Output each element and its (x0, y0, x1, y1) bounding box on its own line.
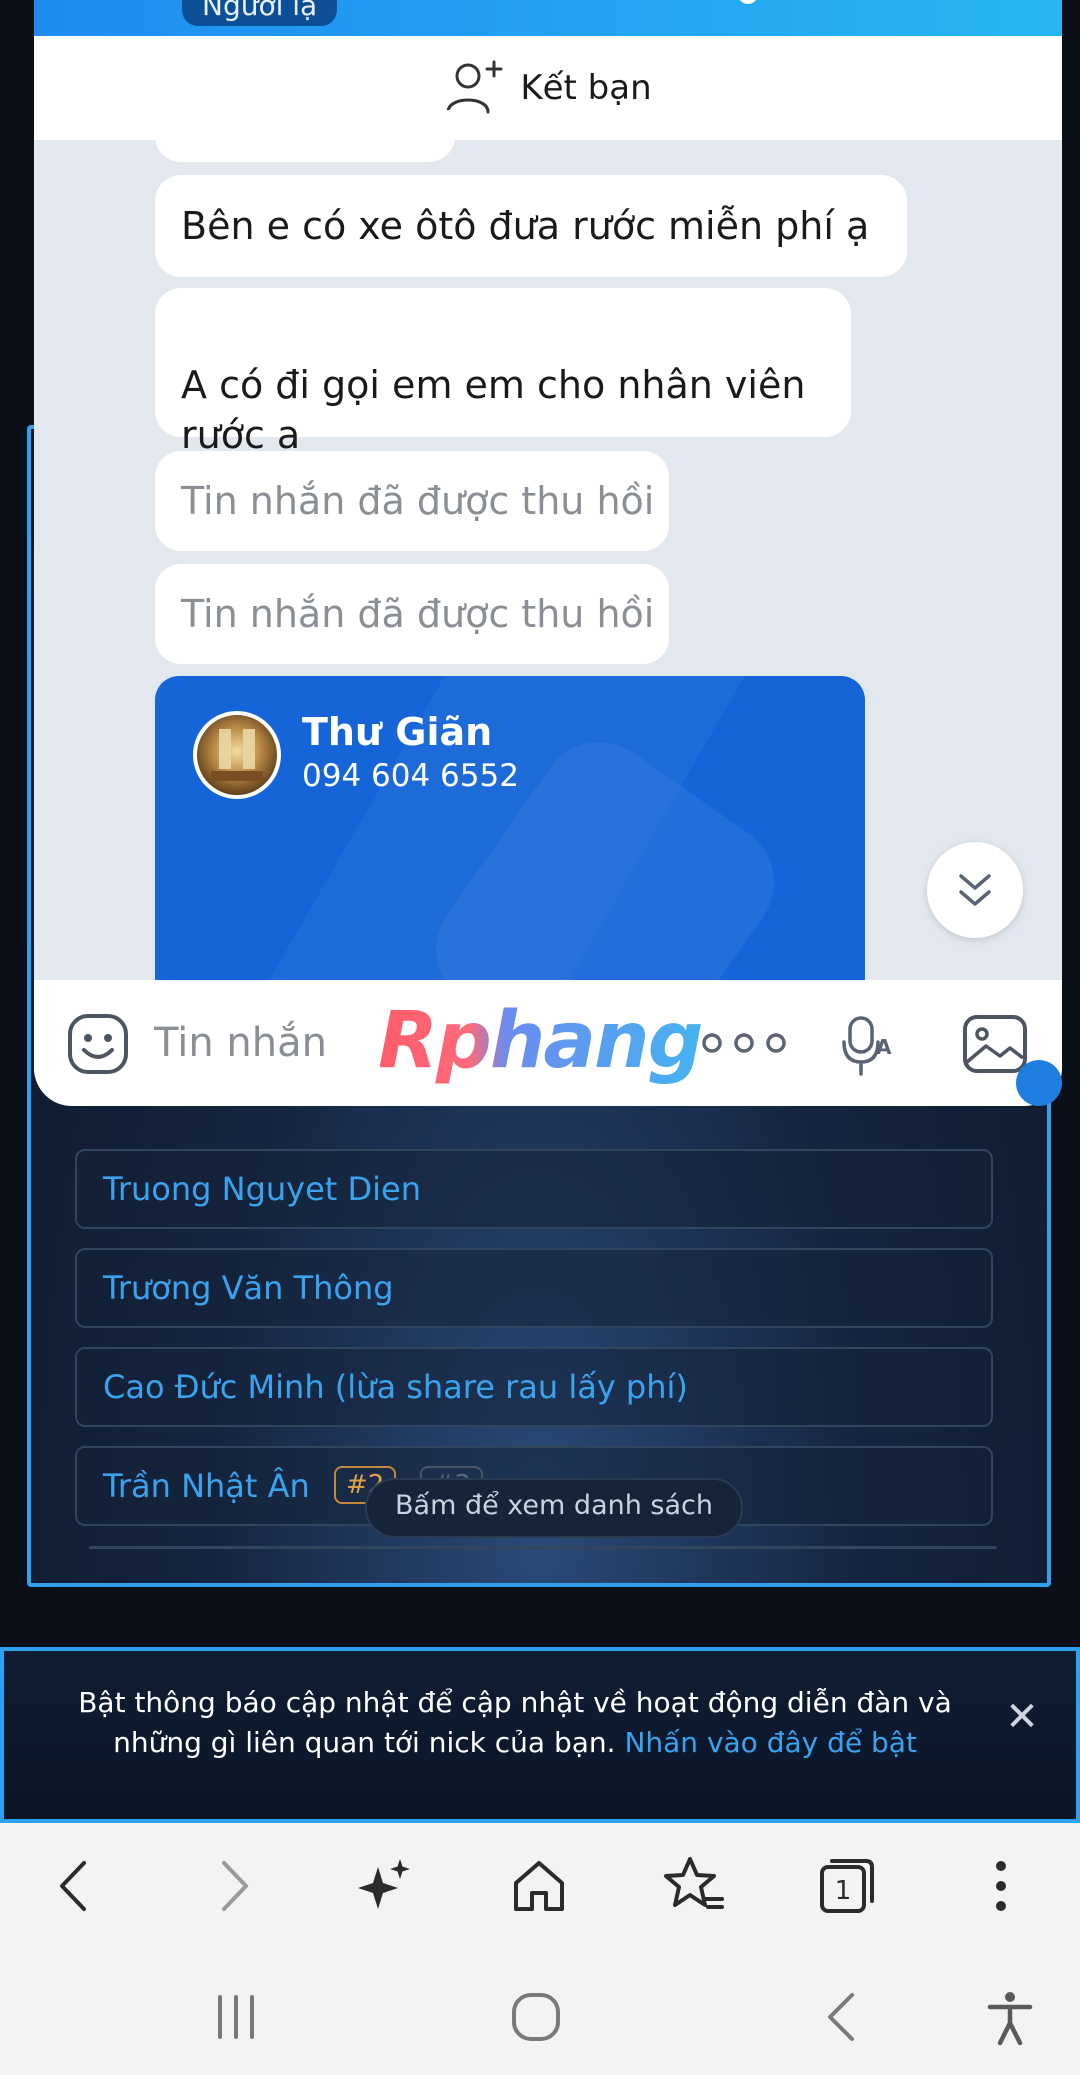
message-text: A có đi gọi em em cho nhân viên rước a (181, 363, 806, 457)
avatar (193, 711, 281, 799)
message-input[interactable] (154, 1010, 374, 1076)
recent-apps-icon (218, 1995, 254, 2039)
forward-icon (222, 1861, 248, 1911)
forum-list-item[interactable]: Cao Đức Minh (lừa share rau lấy phí) (75, 1347, 993, 1427)
accessibility-button[interactable] (980, 1987, 1040, 2047)
close-icon[interactable]: ✕ (1000, 1695, 1044, 1739)
contact-name: Thư Giãn (302, 710, 493, 754)
enable-notification-link[interactable]: Nhấn vào đây để bật (624, 1726, 916, 1759)
floating-chat-bubble[interactable] (1016, 1060, 1062, 1106)
add-person-icon (446, 60, 503, 114)
message-text: Bên e có xe ôtô đưa rước miễn phí ạ (181, 204, 870, 248)
system-home-button[interactable] (506, 1987, 566, 2047)
recalled-message-bubble[interactable]: Tin nhắn đã được thu hồi (155, 564, 669, 664)
sticker-face-icon (68, 1014, 128, 1074)
forum-list-item[interactable]: Truong Nguyet Dien (75, 1149, 993, 1229)
add-friend-label: Kết bạn (520, 68, 652, 108)
home-button[interactable] (506, 1853, 572, 1919)
site-watermark: Rphang (378, 996, 703, 1086)
forum-list-item-label: Cao Đức Minh (lừa share rau lấy phí) (103, 1368, 688, 1406)
browser-toolbar: 1 (0, 1823, 1080, 1949)
home-icon (514, 1861, 564, 1911)
chat-window: Người lạ Kết bạn Bên e có xe ôtô đưa rướ… (34, 0, 1062, 1106)
image-icon (963, 1015, 1027, 1073)
more-vertical-icon (996, 1861, 1006, 1911)
message-composer: Rphang A (34, 980, 1062, 1106)
back-button[interactable] (42, 1853, 108, 1919)
ai-sparkle-icon (358, 1859, 410, 1909)
message-bubble[interactable]: A có đi gọi em em cho nhân viên rước a (155, 288, 851, 457)
notification-banner: Bật thông báo cập nhật để cập nhật về ho… (0, 1647, 1080, 1823)
forum-list-item-label: Trương Văn Thông (103, 1269, 394, 1307)
ai-assist-button[interactable] (352, 1853, 418, 1919)
send-image-button[interactable] (962, 1014, 1028, 1074)
forward-button[interactable] (200, 1853, 266, 1919)
more-dots-icon (702, 1033, 786, 1053)
forum-list-item-label: Truong Nguyet Dien (103, 1170, 421, 1208)
header-indicator (738, 0, 758, 4)
more-menu-button[interactable] (968, 1853, 1034, 1919)
sticker-button[interactable] (66, 1012, 130, 1076)
voice-to-text-icon: A (842, 1016, 892, 1076)
back-icon (60, 1861, 86, 1911)
recalled-message-bubble[interactable]: Tin nhắn đã được thu hồi (155, 451, 669, 551)
home-circle-icon (512, 1993, 560, 2041)
system-back-button[interactable] (812, 1987, 872, 2047)
contact-phone: 094 604 6552 (302, 758, 519, 794)
avatar-image (211, 729, 263, 781)
view-list-tooltip[interactable]: Bấm để xem danh sách (365, 1478, 743, 1538)
recent-apps-button[interactable] (206, 1987, 266, 2047)
message-text: Tin nhắn đã được thu hồi (181, 592, 655, 636)
more-options-button[interactable] (698, 1028, 804, 1058)
list-divider (89, 1546, 997, 1549)
message-bubble[interactable]: Bên e có xe ôtô đưa rước miễn phí ạ (155, 175, 907, 277)
tab-count: 1 (835, 1876, 852, 1906)
svg-text:A: A (876, 1035, 892, 1059)
accessibility-icon (987, 1992, 1033, 2046)
stranger-badge: Người lạ (182, 0, 338, 26)
bookmarks-button[interactable] (660, 1853, 726, 1919)
chat-header-strip: Người lạ (34, 0, 1062, 36)
forum-list-item-label: Trần Nhật Ân (103, 1467, 310, 1505)
tabs-button[interactable]: 1 (814, 1853, 880, 1919)
bookmarks-star-icon (664, 1857, 724, 1909)
forum-list-item[interactable]: Trương Văn Thông (75, 1248, 993, 1328)
tabs-icon: 1 (820, 1859, 874, 1913)
double-chevron-down-icon (959, 874, 991, 906)
message-bubble-partial (155, 110, 455, 162)
voice-to-text-button[interactable]: A (840, 1014, 900, 1076)
message-text: Tin nhắn đã được thu hồi (181, 479, 655, 523)
nav-back-icon (828, 1993, 854, 2041)
scroll-to-bottom-button[interactable] (927, 842, 1023, 938)
system-navigation-bar (0, 1949, 1080, 2075)
